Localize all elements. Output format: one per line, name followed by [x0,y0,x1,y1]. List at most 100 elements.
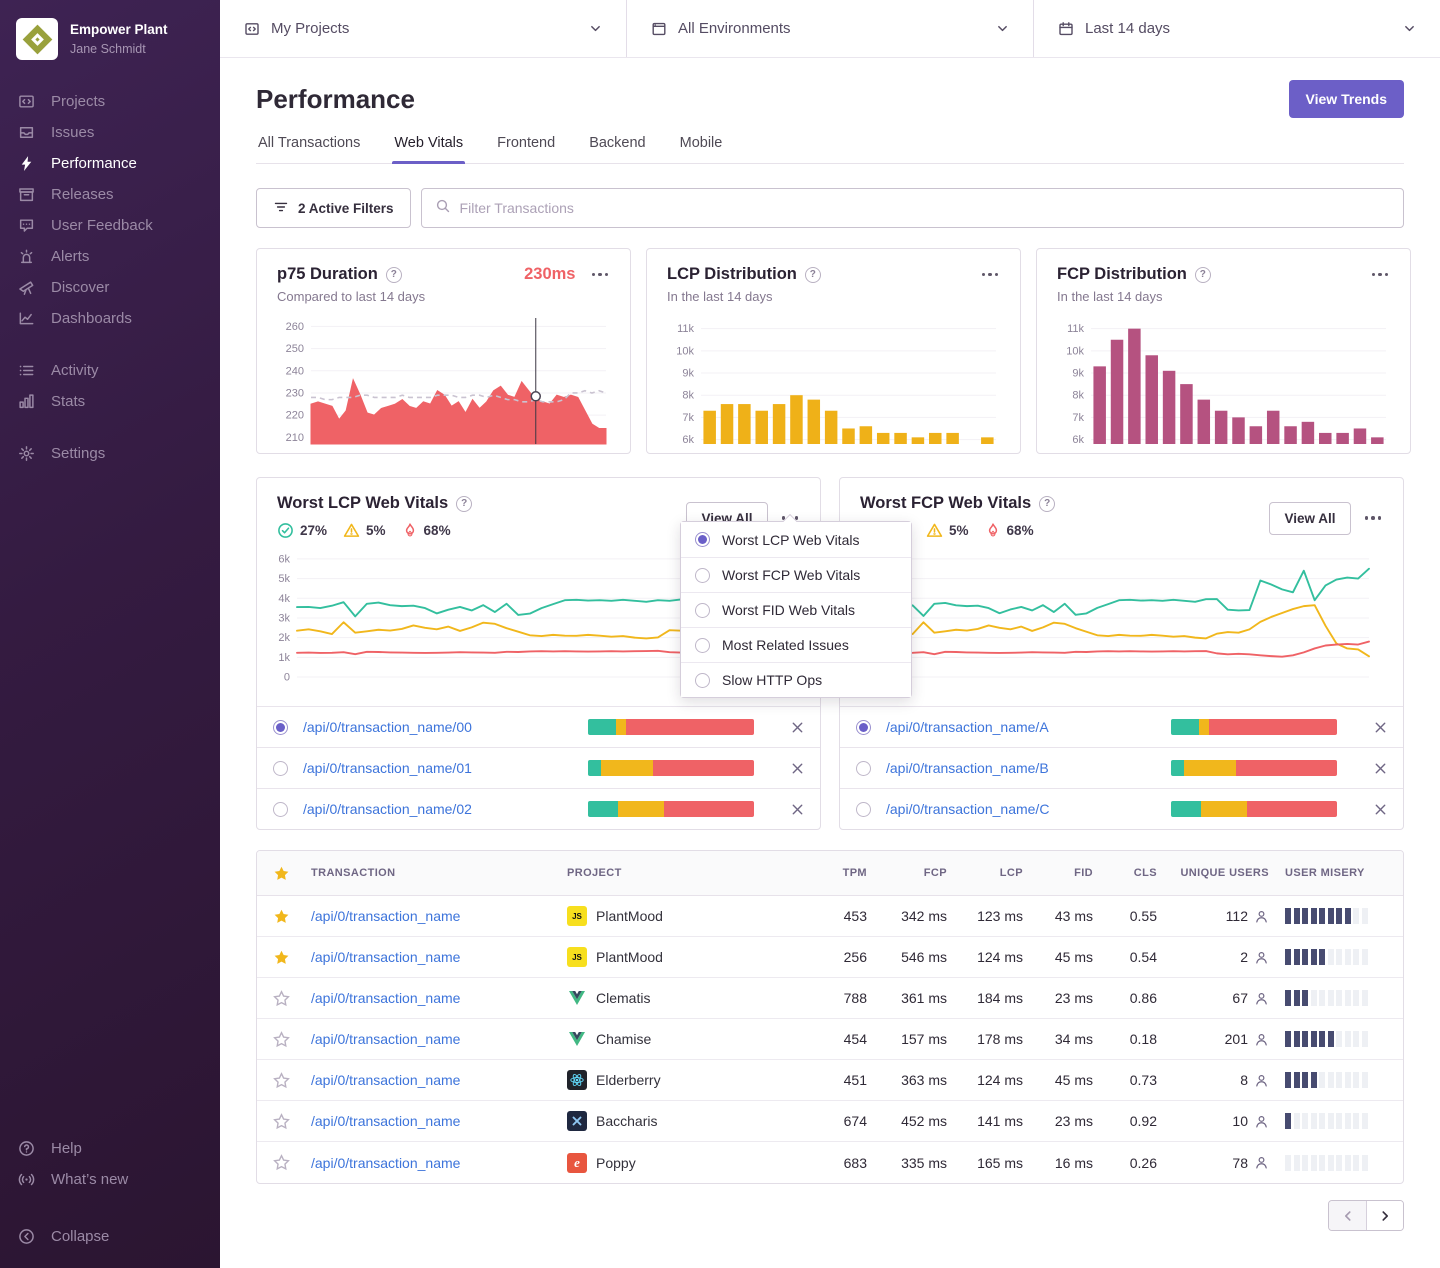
close-icon[interactable] [1357,802,1403,817]
sidebar-item-activity[interactable]: Activity [0,355,220,386]
transaction-link[interactable]: /api/0/transaction_name [311,1031,567,1047]
column-header-fcp[interactable]: FCP [867,867,947,879]
more-options-button[interactable] [590,268,611,282]
close-icon[interactable] [774,761,820,776]
transaction-link[interactable]: /api/0/transaction_name/C [886,801,1171,817]
sidebar-item-projects[interactable]: Projects [0,86,220,117]
date-range-filter[interactable]: Last 14 days [1033,0,1440,57]
star-column-header[interactable] [273,865,311,882]
view-all-button[interactable]: View All [1269,502,1350,535]
project-cell[interactable]: ePoppy [567,1153,805,1173]
star-outline-icon[interactable] [273,1154,311,1171]
column-header-lcp[interactable]: LCP [947,867,1023,879]
sidebar-item-what-s-new[interactable]: What’s new [0,1164,220,1195]
tab-all-transactions[interactable]: All Transactions [256,135,362,163]
sidebar-item-stats[interactable]: Stats [0,386,220,417]
sidebar-item-issues[interactable]: Issues [0,117,220,148]
environment-filter[interactable]: All Environments [626,0,1033,57]
more-options-button[interactable] [1370,268,1391,282]
more-options-button[interactable] [1363,511,1384,525]
dropdown-option[interactable]: Worst FCP Web Vitals [681,557,911,592]
help-icon[interactable]: ? [456,496,472,512]
close-icon[interactable] [1357,720,1403,735]
close-icon[interactable] [774,720,820,735]
previous-page-button[interactable] [1329,1201,1366,1230]
sidebar-item-collapse[interactable]: Collapse [0,1221,220,1252]
close-icon[interactable] [1357,761,1403,776]
column-header-cls[interactable]: CLS [1093,867,1157,879]
radio-button[interactable] [695,673,710,688]
transaction-link[interactable]: /api/0/transaction_name [311,1155,567,1171]
view-trends-button[interactable]: View Trends [1289,80,1404,118]
sidebar-item-releases[interactable]: Releases [0,179,220,210]
user-misery-score [1269,1072,1387,1088]
column-header-transaction[interactable]: TRANSACTION [311,867,567,879]
project-cell[interactable]: Chamise [567,1029,805,1049]
sidebar-item-user-feedback[interactable]: User Feedback [0,210,220,241]
transaction-link[interactable]: /api/0/transaction_name/01 [303,760,588,776]
dropdown-option[interactable]: Worst LCP Web Vitals [681,522,911,557]
sidebar-item-discover[interactable]: Discover [0,272,220,303]
more-options-button[interactable] [980,268,1001,282]
star-outline-icon[interactable] [273,1031,311,1048]
star-filled-icon[interactable] [273,949,311,966]
transaction-link[interactable]: /api/0/transaction_name/A [886,719,1171,735]
transaction-link[interactable]: /api/0/transaction_name/02 [303,801,588,817]
next-page-button[interactable] [1366,1201,1403,1230]
tab-backend[interactable]: Backend [587,135,647,163]
tab-frontend[interactable]: Frontend [495,135,557,163]
sidebar-item-performance[interactable]: Performance [0,148,220,179]
sidebar-item-help[interactable]: Help [0,1133,220,1164]
tab-web-vitals[interactable]: Web Vitals [392,135,465,163]
column-header-user-misery[interactable]: USER MISERY [1269,867,1387,879]
dropdown-option[interactable]: Most Related Issues [681,627,911,662]
dropdown-option[interactable]: Worst FID Web Vitals [681,592,911,627]
star-filled-icon[interactable] [273,908,311,925]
help-icon[interactable]: ? [1195,267,1211,283]
help-icon[interactable]: ? [1039,496,1055,512]
dropdown-option[interactable]: Slow HTTP Ops [681,662,911,697]
radio-button[interactable] [273,802,288,817]
project-cell[interactable]: JSPlantMood [567,906,805,926]
transaction-link[interactable]: /api/0/transaction_name [311,1072,567,1088]
project-cell[interactable]: JSPlantMood [567,947,805,967]
radio-button[interactable] [695,638,710,653]
unique-users-value: 112 [1226,908,1248,924]
column-header-tpm[interactable]: TPM [805,867,867,879]
active-filters-button[interactable]: 2 Active Filters [256,188,411,228]
org-switcher[interactable]: Empower Plant Jane Schmidt [0,14,220,60]
column-header-project[interactable]: PROJECT [567,867,805,879]
radio-button[interactable] [695,532,710,547]
tab-mobile[interactable]: Mobile [678,135,725,163]
project-cell[interactable]: Elderberry [567,1070,805,1090]
project-filter[interactable]: My Projects [220,0,626,57]
help-icon[interactable]: ? [386,267,402,283]
star-outline-icon[interactable] [273,1072,311,1089]
help-icon[interactable]: ? [805,267,821,283]
transaction-link[interactable]: /api/0/transaction_name [311,908,567,924]
transaction-link[interactable]: /api/0/transaction_name [311,1113,567,1129]
radio-button[interactable] [273,720,288,735]
cls-value: 0.54 [1093,949,1157,965]
sidebar-item-dashboards[interactable]: Dashboards [0,303,220,334]
star-outline-icon[interactable] [273,1113,311,1130]
radio-button[interactable] [695,603,710,618]
sidebar-item-settings[interactable]: Settings [0,438,220,469]
column-header-fid[interactable]: FID [1023,867,1093,879]
transaction-link[interactable]: /api/0/transaction_name/B [886,760,1171,776]
radio-button[interactable] [856,720,871,735]
radio-button[interactable] [273,761,288,776]
transaction-link[interactable]: /api/0/transaction_name [311,990,567,1006]
column-header-unique-users[interactable]: UNIQUE USERS [1157,867,1269,879]
sidebar-item-alerts[interactable]: Alerts [0,241,220,272]
search-input[interactable] [460,200,1390,216]
radio-button[interactable] [856,761,871,776]
transaction-link[interactable]: /api/0/transaction_name [311,949,567,965]
star-outline-icon[interactable] [273,990,311,1007]
radio-button[interactable] [695,568,710,583]
close-icon[interactable] [774,802,820,817]
transaction-link[interactable]: /api/0/transaction_name/00 [303,719,588,735]
radio-button[interactable] [856,802,871,817]
project-cell[interactable]: Baccharis [567,1111,805,1131]
project-cell[interactable]: Clematis [567,988,805,1008]
